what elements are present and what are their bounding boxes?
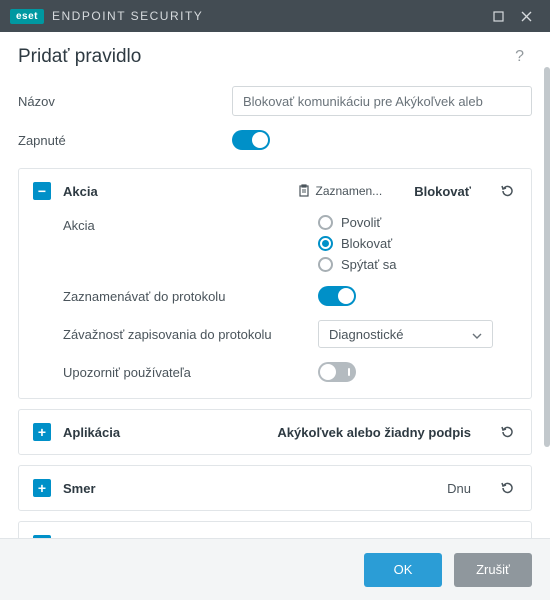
notify-label: Upozorniť používateľa — [63, 365, 318, 380]
notify-toggle[interactable] — [318, 362, 356, 382]
action-summary: Blokovať — [414, 184, 471, 199]
window-maximize-button[interactable] — [484, 2, 512, 30]
logo-badge: eset — [10, 9, 44, 24]
revert-icon[interactable] — [497, 478, 517, 498]
radio-allow[interactable]: Povoliť — [318, 215, 396, 230]
help-icon[interactable]: ? — [515, 48, 524, 66]
revert-icon[interactable] — [497, 181, 517, 201]
name-input[interactable] — [232, 86, 532, 116]
clipboard-icon — [297, 184, 311, 198]
log-to-protocol-label: Zaznamenávať do protokolu — [63, 289, 318, 304]
radio-block[interactable]: Blokovať — [318, 236, 396, 251]
panel-title-application: Aplikácia — [63, 425, 120, 440]
radio-circle-icon — [318, 236, 333, 251]
direction-panel: + Smer Dnu — [18, 465, 532, 511]
panel-title-direction: Smer — [63, 481, 96, 496]
severity-label: Závažnosť zapisovania do protokolu — [63, 327, 318, 342]
severity-select[interactable]: Diagnostické — [318, 320, 493, 348]
action-radio-group: Povoliť Blokovať Spýtať sa — [318, 215, 396, 272]
main-content: Pridať pravidlo ? Názov Zapnuté − Akcia … — [0, 32, 542, 538]
scrollbar[interactable] — [542, 32, 550, 538]
action-panel: − Akcia Zaznamen... Blokovať Akcia — [18, 168, 532, 399]
chevron-down-icon — [472, 327, 482, 342]
cancel-button[interactable]: Zrušiť — [454, 553, 532, 587]
enabled-toggle[interactable] — [232, 130, 270, 150]
log-to-protocol-toggle[interactable] — [318, 286, 356, 306]
revert-icon[interactable] — [497, 422, 517, 442]
application-panel: + Aplikácia Akýkoľvek alebo žiadny podpi… — [18, 409, 532, 455]
log-note-label: Zaznamen... — [315, 184, 382, 198]
radio-ask[interactable]: Spýtať sa — [318, 257, 396, 272]
revert-icon[interactable] — [497, 534, 517, 538]
protocol-panel: + Protokol IP TCP a UDP — [18, 521, 532, 538]
radio-block-label: Blokovať — [341, 236, 392, 251]
panel-title-protocol: Protokol IP — [63, 537, 132, 539]
ok-button[interactable]: OK — [364, 553, 442, 587]
protocol-value: TCP a UDP — [403, 537, 471, 539]
expand-icon[interactable]: + — [33, 423, 51, 441]
direction-value: Dnu — [447, 481, 471, 496]
window-close-button[interactable] — [512, 2, 540, 30]
log-note-button[interactable]: Zaznamen... — [297, 184, 382, 198]
collapse-icon[interactable]: − — [33, 182, 51, 200]
panel-title-action: Akcia — [63, 184, 98, 199]
scrollbar-thumb[interactable] — [544, 67, 550, 447]
radio-circle-icon — [318, 215, 333, 230]
radio-ask-label: Spýtať sa — [341, 257, 396, 272]
radio-circle-icon — [318, 257, 333, 272]
page-title: Pridať pravidlo — [18, 46, 515, 68]
expand-icon[interactable]: + — [33, 535, 51, 538]
footer: OK Zrušiť — [0, 538, 550, 600]
expand-icon[interactable]: + — [33, 479, 51, 497]
name-label: Názov — [18, 94, 232, 109]
action-sublabel: Akcia — [63, 215, 318, 233]
app-name: ENDPOINT SECURITY — [52, 9, 203, 23]
application-value: Akýkoľvek alebo žiadny podpis — [277, 425, 471, 440]
radio-allow-label: Povoliť — [341, 215, 381, 230]
enabled-label: Zapnuté — [18, 133, 232, 148]
titlebar: eset ENDPOINT SECURITY — [0, 0, 550, 32]
severity-value: Diagnostické — [329, 327, 403, 342]
